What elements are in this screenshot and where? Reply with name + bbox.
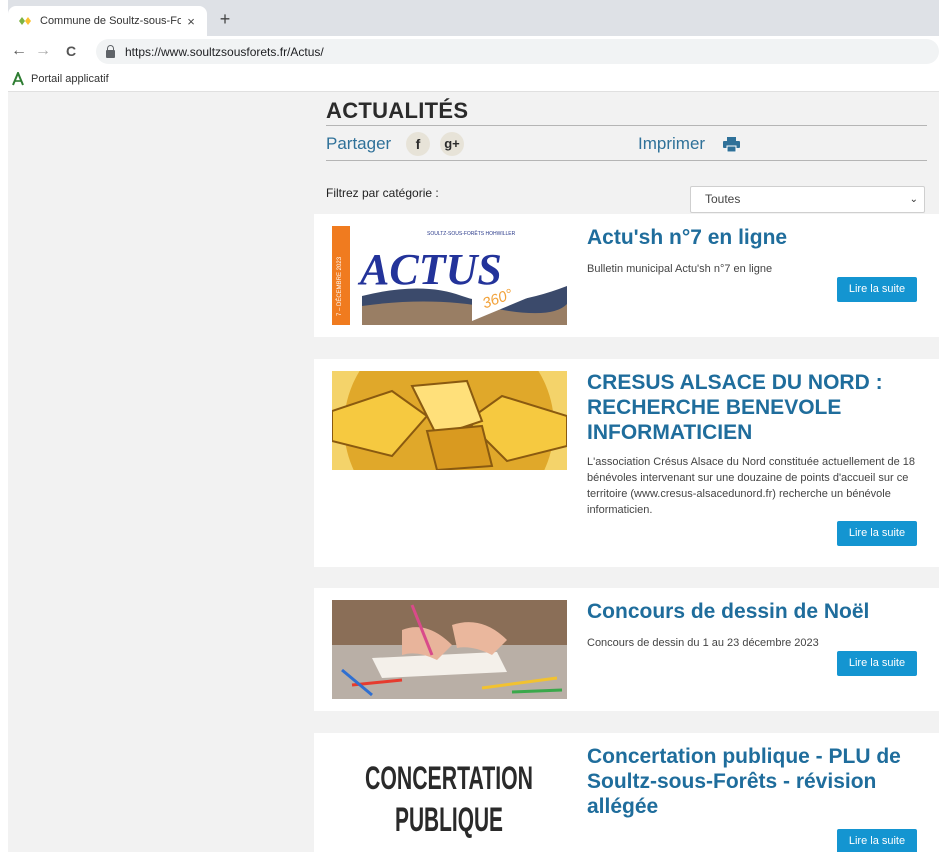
article-title[interactable]: Concours de dessin de Noël — [587, 599, 927, 624]
news-content: ACTUALITÉS Partager f g+ Imprimer Filtre… — [314, 92, 939, 852]
article-description: L'association Crésus Alsace du Nord cons… — [587, 456, 916, 516]
portal-bookmark-icon — [12, 71, 24, 85]
print-icon[interactable] — [723, 137, 740, 152]
article-thumbnail[interactable] — [332, 371, 567, 470]
lock-icon — [106, 44, 115, 58]
page-body: ACTUALITÉS Partager f g+ Imprimer Filtre… — [8, 92, 939, 852]
browser-toolbar: ← → C https://www.soultzsousforets.fr/Ac… — [8, 36, 939, 66]
browser-window: Commune de Soultz-sous-Forêt × + ← → C h… — [0, 0, 939, 852]
share-label: Partager — [326, 134, 392, 153]
close-tab-icon[interactable]: × — [181, 14, 201, 29]
article-title[interactable]: Actu'sh n°7 en ligne — [587, 225, 927, 250]
article-card: Concours de dessin de Noël Concours de d… — [314, 588, 939, 711]
magazine-title-text: ACTUS — [357, 245, 502, 294]
image-line-2: PUBLIQUE — [395, 801, 503, 839]
divider — [326, 160, 927, 161]
article-card: CONCERTATION PUBLIQUE Concertation publi… — [314, 733, 939, 852]
article-thumbnail[interactable]: 7 – DÉCEMBRE 2023 SOULTZ-SOUS-FORÊTS HOH… — [332, 226, 567, 325]
drawing-contest-image — [332, 600, 567, 699]
bookmarks-bar: Portail applicatif — [8, 66, 939, 92]
article-title[interactable]: Concertation publique - PLU de Soultz-so… — [587, 744, 927, 819]
read-more-button[interactable]: Lire la suite — [837, 651, 917, 676]
facebook-share-icon[interactable]: f — [406, 132, 430, 156]
article-title[interactable]: CRESUS ALSACE DU NORD : RECHERCHE BENEVO… — [587, 370, 927, 445]
new-tab-button[interactable]: + — [213, 9, 237, 31]
tab-strip: Commune de Soultz-sous-Forêt × + — [8, 0, 939, 36]
address-bar[interactable]: https://www.soultzsousforets.fr/Actus/ — [96, 39, 939, 64]
cresus-hands-image — [332, 371, 567, 470]
tab-title: Commune de Soultz-sous-Forêt — [40, 15, 181, 27]
filter-selected-value: Toutes — [705, 192, 741, 206]
article-thumbnail[interactable] — [332, 600, 567, 699]
browser-tab[interactable]: Commune de Soultz-sous-Forêt × — [8, 6, 207, 36]
site-favicon-icon — [19, 17, 31, 25]
article-card: 7 – DÉCEMBRE 2023 SOULTZ-SOUS-FORÊTS HOH… — [314, 214, 939, 337]
back-button[interactable]: ← — [8, 40, 30, 62]
reload-button[interactable]: C — [60, 40, 82, 62]
gplus-share-icon[interactable]: g+ — [440, 132, 464, 156]
print-label[interactable]: Imprimer — [638, 134, 705, 154]
actus-magazine-image: 7 – DÉCEMBRE 2023 SOULTZ-SOUS-FORÊTS HOH… — [332, 226, 567, 325]
read-more-button[interactable]: Lire la suite — [837, 829, 917, 852]
read-more-button[interactable]: Lire la suite — [837, 521, 917, 546]
magazine-top-text: SOULTZ-SOUS-FORÊTS HOHWILLER — [427, 229, 516, 237]
magazine-side-text: 7 – DÉCEMBRE 2023 — [336, 256, 343, 316]
url-text: https://www.soultzsousforets.fr/Actus/ — [125, 44, 324, 59]
category-filter-select[interactable]: Toutes ⌄ — [690, 186, 925, 213]
forward-button[interactable]: → — [32, 40, 54, 62]
chevron-down-icon: ⌄ — [909, 194, 918, 205]
bookmark-portail[interactable]: Portail applicatif — [31, 73, 109, 85]
article-card: CRESUS ALSACE DU NORD : RECHERCHE BENEVO… — [314, 359, 939, 567]
divider — [326, 125, 927, 126]
article-description: Bulletin municipal Actu'sh n°7 en ligne — [587, 263, 773, 275]
share-row: Partager f g+ Imprimer — [326, 130, 927, 160]
article-description: Concours de dessin du 1 au 23 décembre 2… — [587, 637, 819, 649]
article-thumbnail[interactable]: CONCERTATION PUBLIQUE — [332, 745, 567, 844]
page-title: ACTUALITÉS — [326, 98, 469, 123]
read-more-button[interactable]: Lire la suite — [837, 277, 917, 302]
image-line-1: CONCERTATION — [365, 760, 533, 796]
concertation-publique-image: CONCERTATION PUBLIQUE — [332, 745, 567, 844]
filter-label: Filtrez par catégorie : — [326, 186, 439, 200]
